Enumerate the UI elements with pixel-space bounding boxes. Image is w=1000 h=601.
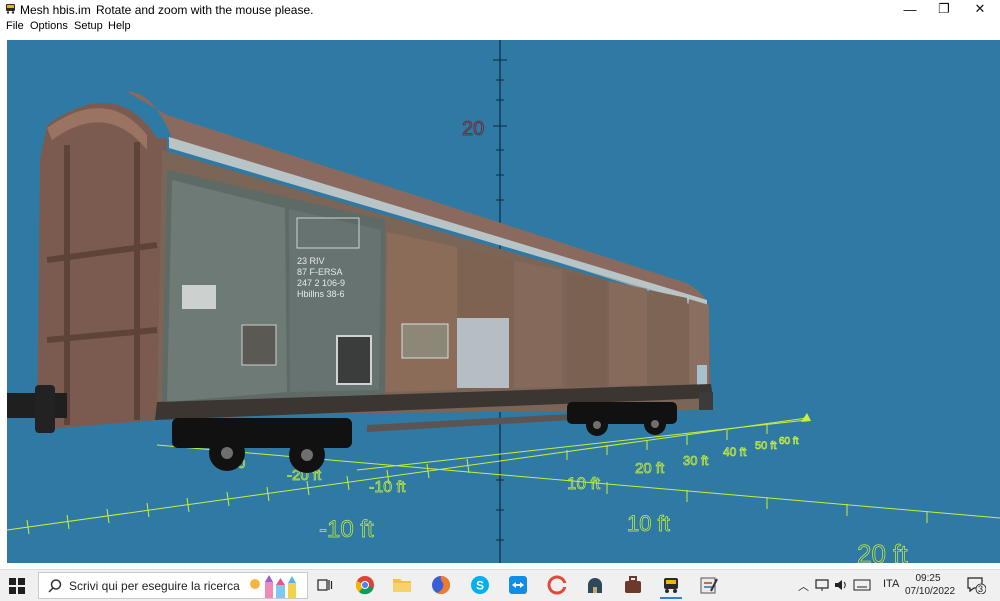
axis-label-neg10: -10 ft bbox=[369, 479, 406, 496]
axis-label-30: 30 ft bbox=[683, 453, 709, 468]
folder-icon bbox=[393, 579, 411, 592]
wagon-marking-2: 87 F-ERSA bbox=[297, 267, 343, 277]
axis-label-10-near: 10 ft bbox=[627, 511, 670, 536]
menu-bar: File Options Setup Help bbox=[0, 18, 1000, 36]
axis-label-20-near: 20 ft bbox=[857, 539, 908, 563]
title-bar: Mesh hbis.im Rotate and zoom with the mo… bbox=[0, 0, 1000, 18]
dome-app-icon bbox=[588, 578, 602, 593]
teamviewer-icon bbox=[509, 576, 527, 594]
task-view-icon bbox=[317, 579, 333, 591]
taskbar-app-firefox[interactable] bbox=[428, 574, 454, 596]
window-hint: Rotate and zoom with the mouse please. bbox=[96, 3, 314, 17]
clock-date: 07/10/2022 bbox=[905, 586, 956, 597]
taskbar-app-ccleaner[interactable] bbox=[544, 574, 570, 596]
notification-center-button[interactable]: 3 bbox=[966, 576, 987, 595]
menu-help[interactable]: Help bbox=[108, 20, 131, 32]
close-button[interactable]: ✕ bbox=[962, 0, 998, 18]
search-highlight-castle-icon bbox=[250, 575, 296, 598]
menu-setup[interactable]: Setup bbox=[74, 20, 103, 32]
ccleaner-icon bbox=[547, 575, 567, 595]
menu-options[interactable]: Options bbox=[30, 20, 68, 32]
ground-grid bbox=[7, 417, 1000, 531]
tray-chevron-up-icon[interactable]: ︿ bbox=[798, 578, 809, 594]
grid-arrow bbox=[801, 413, 811, 422]
firefox-icon bbox=[432, 576, 450, 594]
axis-label-20: 20 ft bbox=[635, 460, 665, 477]
svg-text:S: S bbox=[476, 579, 484, 593]
notification-count: 3 bbox=[978, 584, 984, 594]
network-icon[interactable] bbox=[815, 578, 829, 592]
axis-label-50: 50 ft bbox=[755, 440, 776, 452]
close-icon: ✕ bbox=[974, 1, 986, 16]
app-train-icon bbox=[6, 4, 15, 14]
taskbar-search-box[interactable]: Scrivi qui per eseguire la ricerca bbox=[38, 572, 308, 599]
taskbar-app-chrome[interactable] bbox=[352, 574, 378, 596]
taskbar-app-suitcase[interactable] bbox=[620, 574, 646, 596]
chrome-icon bbox=[355, 576, 374, 595]
search-icon bbox=[48, 579, 62, 593]
taskbar-app-skype[interactable]: S bbox=[467, 574, 493, 596]
restore-icon: ❐ bbox=[938, 1, 950, 16]
editor-app-icon bbox=[700, 577, 718, 594]
taskbar-app-teamviewer[interactable] bbox=[505, 574, 531, 596]
skype-icon: S bbox=[471, 576, 489, 594]
taskbar-app-editor[interactable] bbox=[696, 574, 722, 596]
axis-label-10: 10 ft bbox=[567, 474, 600, 493]
clock-time: 09:25 bbox=[915, 573, 941, 584]
3d-viewport[interactable]: 20 -30 -20 ft -10 ft -10 bbox=[7, 40, 1000, 563]
minimize-icon: — bbox=[903, 1, 917, 17]
menu-file[interactable]: File bbox=[6, 20, 24, 32]
minimize-button[interactable]: — bbox=[892, 0, 928, 18]
axis-label-40: 40 ft bbox=[723, 445, 747, 459]
language-indicator[interactable]: ITA bbox=[883, 578, 899, 590]
taskbar-app-dome[interactable] bbox=[582, 574, 608, 596]
search-placeholder: Scrivi qui per eseguire la ricerca bbox=[69, 579, 240, 593]
wagon-marking-3: 247 2 106-9 bbox=[297, 278, 345, 288]
volume-icon[interactable] bbox=[834, 578, 848, 592]
taskbar-app-file-explorer[interactable] bbox=[389, 574, 415, 596]
axis-label-neg10-near: -10 ft bbox=[319, 516, 374, 543]
keyboard-icon[interactable] bbox=[853, 579, 871, 591]
vertical-axis-label: 20 bbox=[462, 118, 484, 140]
taskbar-app-train[interactable] bbox=[658, 574, 684, 599]
restore-button[interactable]: ❐ bbox=[926, 0, 962, 18]
axis-label-60: 60 ft bbox=[779, 436, 799, 447]
train-app-icon bbox=[664, 578, 678, 593]
taskbar: Scrivi qui per eseguire la ricerca S ︿ I… bbox=[0, 569, 1000, 601]
task-view-button[interactable] bbox=[312, 574, 338, 596]
suitcase-app-icon bbox=[625, 576, 641, 593]
wagon-marking-4: Hbillns 38-6 bbox=[297, 289, 345, 299]
freight-wagon-model: 23 RIV 87 F-ERSA 247 2 106-9 Hbillns 38-… bbox=[7, 91, 713, 473]
windows-start-icon[interactable] bbox=[8, 577, 26, 595]
clock[interactable]: 09:25 07/10/2022 bbox=[905, 572, 956, 598]
wagon-marking-1: 23 RIV bbox=[297, 256, 325, 266]
scene-canvas[interactable]: 20 -30 -20 ft -10 ft -10 bbox=[7, 40, 1000, 563]
window-title: Mesh hbis.im bbox=[20, 3, 91, 17]
